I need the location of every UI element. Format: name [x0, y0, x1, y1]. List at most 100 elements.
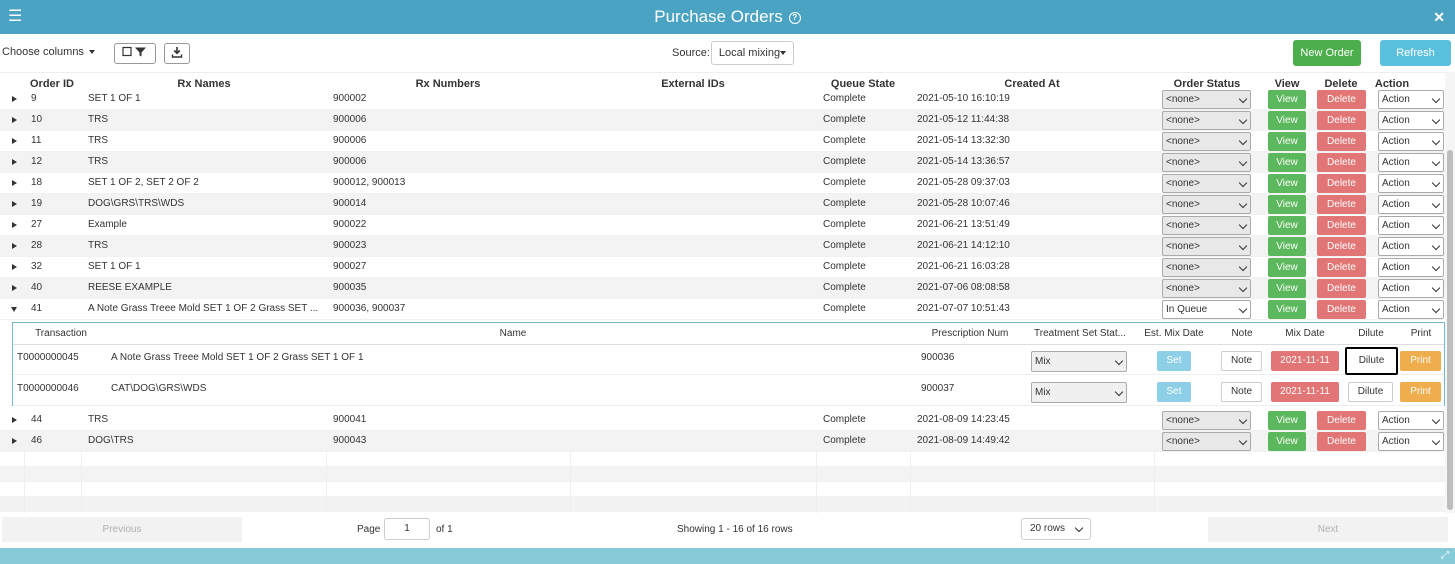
delete-button[interactable]: Delete	[1317, 153, 1366, 172]
order-status-select[interactable]: <none>	[1162, 258, 1251, 277]
view-button[interactable]: View	[1268, 237, 1306, 256]
print-button[interactable]: Print	[1400, 351, 1441, 371]
delete-button[interactable]: Delete	[1317, 300, 1366, 319]
view-button[interactable]: View	[1268, 132, 1306, 151]
note-button[interactable]: Note	[1221, 382, 1262, 402]
view-button[interactable]: View	[1268, 195, 1306, 214]
empty-row	[0, 452, 1445, 467]
view-button[interactable]: View	[1268, 300, 1306, 319]
note-button[interactable]: Note	[1221, 351, 1262, 371]
action-select[interactable]: Action	[1378, 216, 1444, 235]
delete-button[interactable]: Delete	[1317, 216, 1366, 235]
order-status-select[interactable]: <none>	[1162, 132, 1251, 151]
action-select-value: Action	[1382, 157, 1410, 168]
action-select[interactable]: Action	[1378, 153, 1444, 172]
order-status-select[interactable]: <none>	[1162, 90, 1251, 109]
expand-row-icon[interactable]	[12, 96, 17, 102]
next-page-button[interactable]: Next	[1208, 517, 1448, 542]
action-select[interactable]: Action	[1378, 174, 1444, 193]
action-select[interactable]: Action	[1378, 195, 1444, 214]
rows-per-page-select[interactable]: 20 rows	[1021, 518, 1091, 540]
action-select[interactable]: Action	[1378, 411, 1444, 430]
action-select[interactable]: Action	[1378, 111, 1444, 130]
queue-state-cell: Complete	[823, 282, 866, 293]
expand-row-icon[interactable]	[12, 117, 17, 123]
view-button[interactable]: View	[1268, 279, 1306, 298]
view-button[interactable]: View	[1268, 153, 1306, 172]
action-select[interactable]: Action	[1378, 132, 1444, 151]
order-status-select[interactable]: <none>	[1162, 153, 1251, 172]
order-status-select[interactable]: <none>	[1162, 237, 1251, 256]
set-est-mix-date-button[interactable]: Set	[1157, 382, 1191, 402]
treatment-set-status-select[interactable]: Mix	[1031, 382, 1127, 403]
expand-row-icon[interactable]	[12, 285, 17, 291]
view-button[interactable]: View	[1268, 216, 1306, 235]
order-status-select[interactable]: In Queue	[1162, 300, 1251, 319]
expand-row-icon[interactable]	[12, 264, 17, 270]
delete-button[interactable]: Delete	[1317, 411, 1366, 430]
action-select[interactable]: Action	[1378, 258, 1444, 277]
refresh-button[interactable]: Refresh	[1380, 40, 1451, 66]
delete-button[interactable]: Delete	[1317, 258, 1366, 277]
delete-button[interactable]: Delete	[1317, 237, 1366, 256]
action-select[interactable]: Action	[1378, 237, 1444, 256]
print-button[interactable]: Print	[1400, 382, 1441, 402]
expand-row-icon[interactable]	[12, 201, 17, 207]
close-icon[interactable]: ✕	[1433, 8, 1445, 26]
order-status-select[interactable]: <none>	[1162, 111, 1251, 130]
delete-button[interactable]: Delete	[1317, 111, 1366, 130]
delete-button[interactable]: Delete	[1317, 174, 1366, 193]
mix-date-button[interactable]: 2021-11-11	[1271, 351, 1339, 371]
delete-button[interactable]: Delete	[1317, 132, 1366, 151]
download-button[interactable]	[164, 43, 190, 64]
delete-button[interactable]: Delete	[1317, 90, 1366, 109]
delete-button[interactable]: Delete	[1317, 279, 1366, 298]
order-status-select[interactable]: <none>	[1162, 174, 1251, 193]
order-status-value: <none>	[1166, 241, 1200, 252]
expand-row-icon[interactable]	[12, 417, 17, 423]
chevron-down-icon	[1238, 178, 1248, 188]
view-button[interactable]: View	[1268, 90, 1306, 109]
rows-per-page-value: 20 rows	[1030, 523, 1066, 534]
expand-row-icon[interactable]	[12, 243, 17, 249]
action-select[interactable]: Action	[1378, 279, 1444, 298]
expand-row-icon[interactable]	[12, 159, 17, 165]
delete-button[interactable]: Delete	[1317, 432, 1366, 451]
filter-toggle-button[interactable]	[114, 43, 156, 64]
order-status-select[interactable]: <none>	[1162, 216, 1251, 235]
expand-row-icon[interactable]	[12, 180, 17, 186]
page-number-input[interactable]: 1	[384, 518, 430, 540]
delete-button[interactable]: Delete	[1317, 195, 1366, 214]
dilute-button[interactable]: Dilute	[1345, 347, 1398, 375]
choose-columns-dropdown[interactable]: Choose columns	[2, 44, 95, 60]
view-button[interactable]: View	[1268, 258, 1306, 277]
view-button[interactable]: View	[1268, 174, 1306, 193]
treatment-set-status-select[interactable]: Mix	[1031, 351, 1127, 372]
new-order-button[interactable]: New Order	[1293, 40, 1361, 66]
view-button[interactable]: View	[1268, 111, 1306, 130]
previous-page-button[interactable]: Previous	[2, 517, 242, 542]
order-status-select[interactable]: <none>	[1162, 195, 1251, 214]
queue-state-cell: Complete	[823, 261, 866, 272]
action-select[interactable]: Action	[1378, 300, 1444, 319]
collapse-row-icon[interactable]	[11, 307, 17, 312]
action-select[interactable]: Action	[1378, 90, 1444, 109]
resize-icon[interactable]: ⤢	[1441, 551, 1451, 561]
scrollbar-thumb[interactable]	[1447, 150, 1453, 510]
expand-row-icon[interactable]	[12, 222, 17, 228]
action-select[interactable]: Action	[1378, 432, 1444, 451]
rx-numbers-cell: 900014	[333, 198, 367, 209]
dilute-button[interactable]: Dilute	[1348, 382, 1393, 402]
mix-date-button[interactable]: 2021-11-11	[1271, 382, 1339, 402]
view-button[interactable]: View	[1268, 411, 1306, 430]
order-status-select[interactable]: <none>	[1162, 411, 1251, 430]
expand-row-icon[interactable]	[12, 438, 17, 444]
view-button[interactable]: View	[1268, 432, 1306, 451]
order-status-select[interactable]: <none>	[1162, 279, 1251, 298]
expand-row-icon[interactable]	[12, 138, 17, 144]
question-circle-icon[interactable]: ?	[788, 12, 801, 24]
set-est-mix-date-button[interactable]: Set	[1157, 351, 1191, 371]
order-status-select[interactable]: <none>	[1162, 432, 1251, 451]
source-select[interactable]: Local mixing	[711, 41, 794, 65]
vertical-scrollbar[interactable]	[1445, 72, 1455, 513]
